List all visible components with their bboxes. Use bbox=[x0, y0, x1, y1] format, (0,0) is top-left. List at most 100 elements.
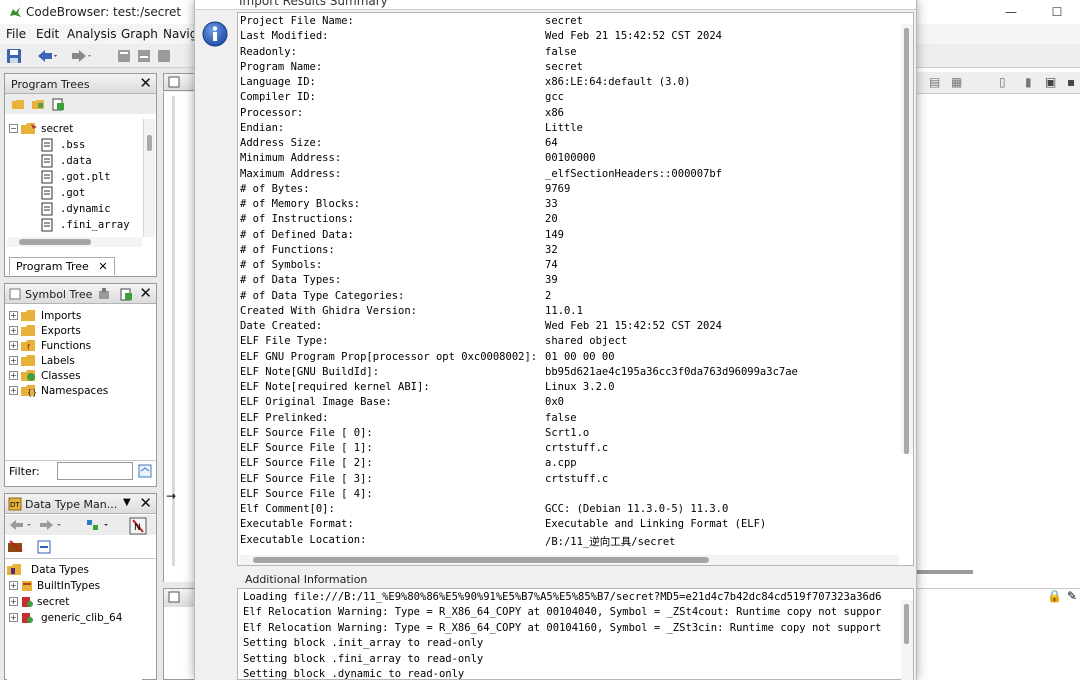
menu-analysis[interactable]: Analysis bbox=[67, 27, 116, 41]
tree-item-data[interactable]: .data bbox=[41, 153, 92, 168]
summary-key: Maximum Address: bbox=[240, 167, 342, 180]
additional-info-text-area[interactable]: Loading file:///B:/11_%E9%80%86%E5%90%91… bbox=[237, 588, 914, 680]
summary-key: # of Symbols: bbox=[240, 259, 323, 271]
summary-key: Executable Location: bbox=[240, 533, 367, 546]
expand-icon[interactable]: + bbox=[9, 581, 18, 590]
summary-key: Address Size: bbox=[240, 137, 323, 149]
summary-value: Little bbox=[545, 121, 583, 134]
folder-icon bbox=[21, 354, 35, 366]
tree-item-dynamic[interactable]: .dynamic bbox=[41, 201, 111, 216]
symbol-node-imports[interactable]: + Imports bbox=[9, 308, 81, 323]
close-icon[interactable]: ✕ bbox=[98, 260, 107, 273]
summary-key: Endian: bbox=[240, 121, 285, 134]
symbol-node-namespaces[interactable]: + {} Namespaces bbox=[9, 383, 108, 398]
forward-arrow-icon[interactable] bbox=[39, 518, 63, 532]
folder-icon[interactable] bbox=[31, 97, 45, 111]
data-type-secret[interactable]: + secret bbox=[9, 594, 69, 609]
expand-icon[interactable]: + bbox=[9, 311, 18, 320]
menu-file[interactable]: File bbox=[6, 27, 26, 41]
symbol-node-labels[interactable]: + Labels bbox=[9, 353, 75, 368]
listing-tab[interactable] bbox=[163, 73, 195, 91]
collapse-icon[interactable]: − bbox=[9, 124, 18, 133]
more-icon[interactable]: ▪ bbox=[1067, 75, 1075, 89]
program-tree-hscrollbar[interactable] bbox=[7, 237, 142, 247]
namespace-icon[interactable] bbox=[97, 287, 111, 301]
summary-value: 39 bbox=[545, 274, 558, 287]
briefcase-icon[interactable]: ▣ bbox=[1045, 75, 1056, 89]
additional-info-scrollbar[interactable] bbox=[901, 600, 913, 680]
splitter-bar[interactable] bbox=[917, 570, 973, 574]
summary-text-area[interactable]: Project File Name: secret Last Modified: We… bbox=[237, 12, 914, 566]
summary-value: /B:/11_逆向工具/secret bbox=[545, 535, 676, 548]
scroll-thumb[interactable] bbox=[904, 604, 909, 644]
filter-options-icon[interactable] bbox=[138, 464, 152, 478]
builtin-types-icon bbox=[22, 580, 32, 591]
program-tree-scrollbar[interactable] bbox=[143, 119, 155, 237]
tab-program-tree[interactable]: Program Tree ✕ bbox=[9, 257, 115, 275]
save-icon[interactable] bbox=[6, 48, 22, 64]
elf-icon[interactable]: ▮ bbox=[1025, 75, 1032, 89]
summary-vscrollbar[interactable] bbox=[901, 24, 913, 454]
back-arrow-icon[interactable] bbox=[9, 518, 33, 532]
tree-item-fini-array[interactable]: .fini_array bbox=[41, 217, 130, 232]
scroll-thumb[interactable] bbox=[19, 239, 91, 245]
scroll-thumb[interactable] bbox=[147, 135, 152, 151]
fragment-icon[interactable] bbox=[51, 97, 65, 111]
summary-value: 9769 bbox=[545, 182, 571, 195]
expand-types-icon[interactable] bbox=[85, 518, 111, 532]
scroll-thumb[interactable] bbox=[904, 28, 909, 454]
data-type-builtin[interactable]: + BuiltInTypes bbox=[9, 578, 100, 593]
forward-arrow-icon[interactable] bbox=[70, 48, 92, 64]
expand-icon[interactable]: + bbox=[9, 386, 18, 395]
filter-input[interactable] bbox=[57, 462, 133, 480]
minimize-button[interactable]: — bbox=[988, 0, 1034, 24]
data-types-root[interactable]: Data Types bbox=[7, 562, 89, 577]
page-icon[interactable]: ▯ bbox=[999, 75, 1006, 89]
code-icon[interactable] bbox=[136, 48, 152, 64]
expand-icon[interactable]: + bbox=[9, 371, 18, 380]
dropdown-arrow-icon[interactable]: ▼ bbox=[123, 497, 131, 508]
refresh-tree-icon[interactable] bbox=[119, 287, 133, 301]
expand-icon[interactable]: + bbox=[9, 326, 18, 335]
tree-root-secret[interactable]: − secret bbox=[9, 121, 73, 136]
tree-item-got-plt[interactable]: .got.plt bbox=[41, 169, 111, 184]
symbol-node-classes[interactable]: + Classes bbox=[9, 368, 81, 383]
expand-icon[interactable]: + bbox=[9, 597, 18, 606]
expand-icon[interactable]: + bbox=[9, 341, 18, 350]
summary-hscrollbar[interactable] bbox=[239, 555, 899, 565]
data-icon[interactable] bbox=[156, 48, 172, 64]
maximize-button[interactable]: ☐ bbox=[1034, 0, 1080, 24]
menu-graph[interactable]: Graph bbox=[121, 27, 158, 41]
namespaces-folder-icon: {} bbox=[21, 384, 37, 397]
data-type-generic-clib[interactable]: + generic_clib_64 bbox=[9, 610, 122, 625]
symbol-tree-icon bbox=[9, 288, 21, 300]
collapse-all-icon[interactable] bbox=[37, 540, 51, 554]
close-icon[interactable]: ✕ bbox=[139, 495, 152, 511]
expand-icon[interactable]: + bbox=[9, 356, 18, 365]
summary-key: ELF Prelinked: bbox=[240, 411, 329, 424]
disassemble-icon[interactable] bbox=[116, 48, 132, 64]
menu-edit[interactable]: Edit bbox=[36, 27, 59, 41]
symbol-node-functions[interactable]: + f Functions bbox=[9, 338, 91, 353]
splitter-arrow-icon[interactable]: → bbox=[166, 489, 176, 503]
summary-value: 74 bbox=[545, 259, 558, 271]
grid-icon[interactable]: ▦ bbox=[951, 75, 962, 89]
expand-icon[interactable]: + bbox=[9, 613, 18, 622]
lock-icon[interactable]: 🔒 bbox=[1047, 589, 1062, 603]
archive-icon[interactable] bbox=[7, 539, 25, 553]
tree-item-bss[interactable]: .bss bbox=[41, 137, 85, 152]
menu-navigation[interactable]: Navig bbox=[163, 27, 197, 41]
close-icon[interactable]: ✕ bbox=[139, 75, 152, 91]
filter-arrays-icon[interactable]: N bbox=[129, 517, 147, 535]
symbol-tree-title: Symbol Tree bbox=[25, 288, 93, 301]
close-icon[interactable]: ✕ bbox=[139, 285, 152, 301]
back-arrow-icon[interactable] bbox=[36, 48, 58, 64]
tree-item-got[interactable]: .got bbox=[41, 185, 85, 200]
scroll-thumb[interactable] bbox=[253, 557, 709, 563]
symbol-node-exports[interactable]: + Exports bbox=[9, 323, 81, 338]
edit-icon[interactable]: ✎ bbox=[1067, 589, 1077, 603]
open-folder-icon[interactable] bbox=[11, 97, 25, 111]
data-type-manager-header: DT Data Type Man... ▼ ✕ bbox=[5, 494, 156, 514]
view-icon[interactable]: ▤ bbox=[929, 75, 940, 89]
console-tab[interactable] bbox=[164, 589, 194, 607]
